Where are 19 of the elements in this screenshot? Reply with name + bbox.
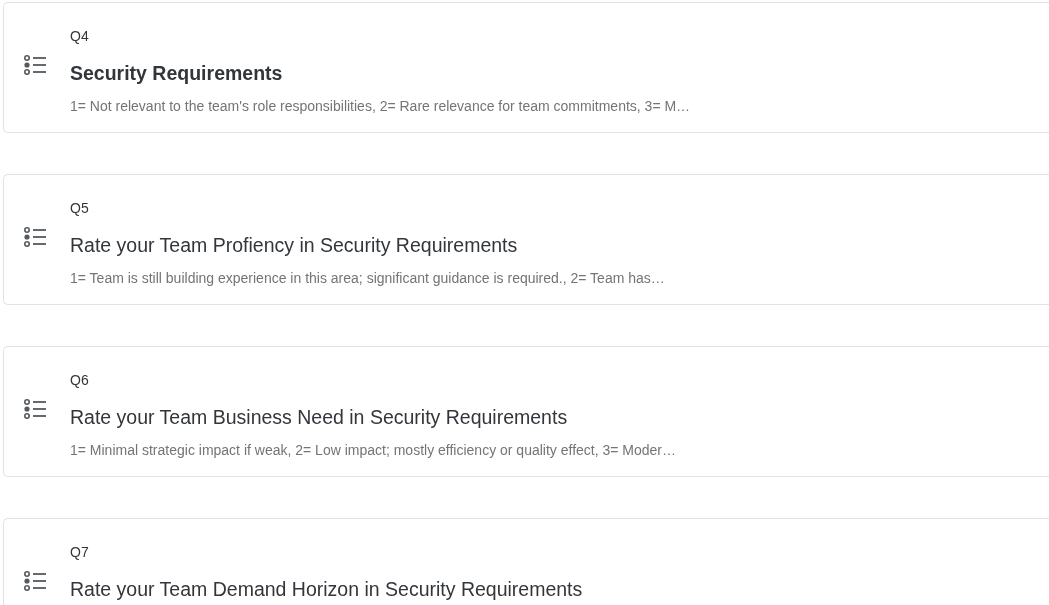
question-description: 1= Not relevant to the team's role responsibilities, 2= Rare relevance for team commitments, 3= M…	[70, 97, 691, 115]
question-description: 1= Team is still building experience in this area; significant guidance is required., 2= Team has…	[70, 269, 665, 287]
list-icon	[24, 571, 46, 591]
list-icon	[24, 399, 46, 419]
question-number: Q4	[70, 27, 89, 45]
question-title: Rate your Team Profiency in Security Requirements	[70, 233, 518, 257]
question-card[interactable]: Q5 Rate your Team Profiency in Security Requirements 1= Team is still building experience in this area; significant guidance is required., 2= Team has…	[3, 174, 1049, 305]
question-number: Q5	[70, 199, 89, 217]
question-card[interactable]: Q7 Rate your Team Demand Horizon in Security Requirements	[3, 518, 1049, 605]
question-title: Security Requirements	[70, 61, 283, 85]
question-card[interactable]: Q6 Rate your Team Business Need in Security Requirements 1= Minimal strategic impact if weak, 2= Low impact; mostly efficiency or quality effect, 3= Moder…	[3, 346, 1049, 477]
question-number: Q6	[70, 371, 89, 389]
question-title: Rate your Team Business Need in Security Requirements	[70, 405, 568, 429]
question-number: Q7	[70, 543, 89, 561]
question-description: 1= Minimal strategic impact if weak, 2= Low impact; mostly efficiency or quality effect, 3= Moder…	[70, 441, 676, 459]
question-card[interactable]: Q4 Security Requirements 1= Not relevant to the team's role responsibilities, 2= Rare relevance for team commitments, 3= M…	[3, 2, 1049, 133]
question-title: Rate your Team Demand Horizon in Security Requirements	[70, 577, 583, 601]
list-icon	[24, 227, 46, 247]
list-icon	[24, 55, 46, 75]
